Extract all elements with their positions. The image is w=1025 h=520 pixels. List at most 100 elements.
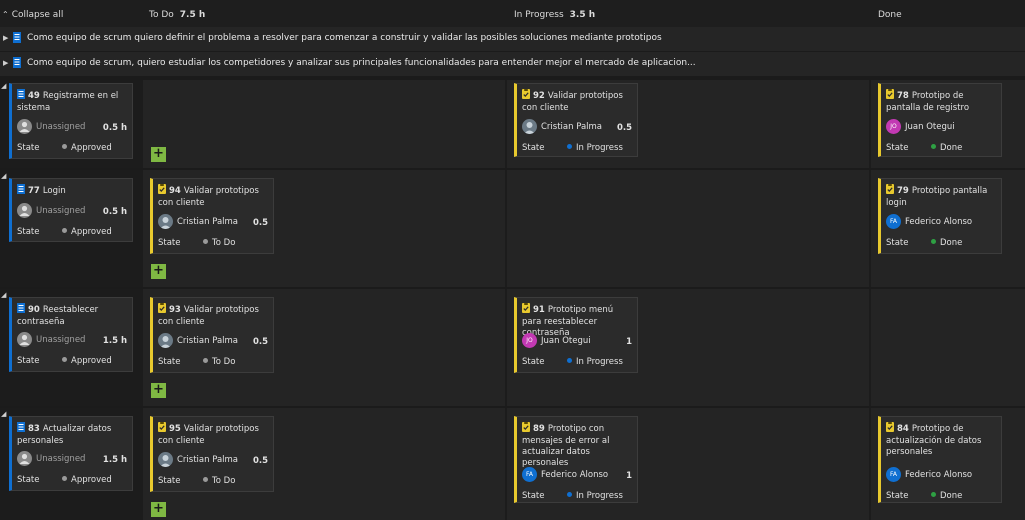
card-id[interactable]: 95 <box>169 424 181 434</box>
state-field[interactable]: State In Progress <box>522 357 632 369</box>
assignee[interactable]: JO Juan Otegui 1 <box>522 333 632 349</box>
assignee[interactable]: Cristian Palma 0.5 <box>158 214 268 230</box>
estimate[interactable]: 0.5 h <box>103 123 127 133</box>
card-id[interactable]: 83 <box>28 424 40 434</box>
card-id[interactable]: 89 <box>533 424 545 434</box>
state-field[interactable]: State To Do <box>158 238 268 250</box>
parent-row[interactable]: ▶ Como equipo de scrum, quiero estudiar … <box>0 52 1025 76</box>
story-card[interactable]: 90 Reestablecer contraseña Unassigned 1.5… <box>9 297 133 372</box>
card-id[interactable]: 90 <box>28 305 40 315</box>
state-field[interactable]: State Approved <box>17 227 127 239</box>
task-card[interactable]: 94 Validar prototipos con cliente Cristia… <box>150 178 274 254</box>
collapse-triangle-icon[interactable]: ◢ <box>1 82 6 90</box>
remaining-work[interactable]: 1 <box>626 471 632 481</box>
assignee-name: Cristian Palma <box>177 455 239 465</box>
card-id[interactable]: 93 <box>169 305 181 315</box>
story-card[interactable]: 49 Registrarme en el sistema Unassigned 0… <box>9 83 133 159</box>
task-card[interactable]: 95 Validar prototipos con cliente Cristia… <box>150 416 274 492</box>
expand-triangle-icon[interactable]: ▶ <box>3 59 8 67</box>
state-label: State <box>886 143 909 153</box>
state-field[interactable]: State Approved <box>17 475 127 487</box>
done-cell <box>871 289 1025 406</box>
state-field[interactable]: State In Progress <box>522 143 632 155</box>
assignee[interactable]: Cristian Palma 0.5 <box>158 452 268 468</box>
assignee[interactable]: Cristian Palma 0.5 <box>158 333 268 349</box>
assignee-name: Unassigned <box>36 122 86 132</box>
card-id[interactable]: 84 <box>897 424 909 434</box>
task-card[interactable]: 92 Validar prototipos con cliente Cristia… <box>514 83 638 157</box>
assignee[interactable]: JO Juan Otegui <box>886 119 996 135</box>
assignee-name: Juan Otegui <box>541 336 591 346</box>
state-field[interactable]: State Approved <box>17 143 127 155</box>
add-task-button[interactable]: + <box>151 502 166 517</box>
collapse-triangle-icon[interactable]: ◢ <box>1 291 6 299</box>
assignee[interactable]: Unassigned 0.5 h <box>17 119 127 135</box>
add-task-button[interactable]: + <box>151 147 166 162</box>
story-card[interactable]: 83 Actualizar datos personales Unassigned… <box>9 416 133 491</box>
collapse-triangle-icon[interactable]: ◢ <box>1 172 6 180</box>
task-card[interactable]: 91 Prototipo menú para reestablecer contr… <box>514 297 638 373</box>
state-dot-icon <box>567 358 572 363</box>
card-id[interactable]: 94 <box>169 186 181 196</box>
initials-avatar: FA <box>522 467 537 482</box>
state-label: State <box>522 143 545 153</box>
state-dot-icon <box>62 357 67 362</box>
card-id[interactable]: 78 <box>897 91 909 101</box>
clipboard-task-icon <box>886 89 894 103</box>
estimate[interactable]: 1.5 h <box>103 336 127 346</box>
assignee[interactable]: FA Federico Alonso <box>886 214 996 230</box>
initials-avatar: FA <box>886 467 901 482</box>
state-field[interactable]: State Done <box>886 143 996 155</box>
state-field[interactable]: State Done <box>886 491 996 503</box>
state-label: State <box>886 491 909 501</box>
estimate[interactable]: 1.5 h <box>103 455 127 465</box>
state-field[interactable]: State Done <box>886 238 996 250</box>
estimate[interactable]: 0.5 h <box>103 207 127 217</box>
collapse-all-button[interactable]: ⌃ Collapse all <box>2 10 63 20</box>
state-value: Done <box>940 238 963 248</box>
story-card[interactable]: 77 Login Unassigned 0.5 h State Approved <box>9 178 133 242</box>
state-field[interactable]: State To Do <box>158 476 268 488</box>
remaining-work[interactable]: 0.5 <box>253 337 268 347</box>
remaining-work[interactable]: 0.5 <box>617 123 632 133</box>
card-id[interactable]: 92 <box>533 91 545 101</box>
parent-title[interactable]: Como equipo de scrum quiero definir el p… <box>27 33 662 43</box>
assignee[interactable]: Cristian Palma 0.5 <box>522 119 632 135</box>
assignee-name: Federico Alonso <box>541 470 609 480</box>
person-photo-avatar-icon <box>158 452 173 467</box>
chevrons-up-icon: ⌃ <box>2 10 9 19</box>
state-field[interactable]: State Approved <box>17 356 127 368</box>
add-task-button[interactable]: + <box>151 383 166 398</box>
card-id[interactable]: 91 <box>533 305 545 315</box>
swimlane-77: ◢ 77 Login Unassigned 0.5 h State Approved… <box>0 170 1025 287</box>
task-card[interactable]: 79 Prototipo pantalla login FA Federico A… <box>878 178 1002 254</box>
parent-row[interactable]: ▶ Como equipo de scrum quiero definir el… <box>0 27 1025 51</box>
assignee[interactable]: Unassigned 1.5 h <box>17 451 127 467</box>
assignee[interactable]: Unassigned 0.5 h <box>17 203 127 219</box>
state-dot-icon <box>931 239 936 244</box>
task-card[interactable]: 93 Validar prototipos con cliente Cristia… <box>150 297 274 373</box>
collapse-triangle-icon[interactable]: ◢ <box>1 410 6 418</box>
assignee[interactable]: FA Federico Alonso <box>886 467 996 483</box>
parent-title[interactable]: Como equipo de scrum, quiero estudiar lo… <box>27 58 696 68</box>
remaining-work[interactable]: 0.5 <box>253 456 268 466</box>
state-field[interactable]: State To Do <box>158 357 268 369</box>
card-id[interactable]: 77 <box>28 186 40 196</box>
card-title[interactable]: Login <box>43 186 66 196</box>
task-card[interactable]: 84 Prototipo de actualización de datos pe… <box>878 416 1002 503</box>
person-photo-avatar-icon <box>158 214 173 229</box>
assignee[interactable]: FA Federico Alonso 1 <box>522 467 632 483</box>
state-dot-icon <box>62 144 67 149</box>
person-photo-avatar-icon <box>522 119 537 134</box>
expand-triangle-icon[interactable]: ▶ <box>3 34 8 42</box>
assignee[interactable]: Unassigned 1.5 h <box>17 332 127 348</box>
add-task-button[interactable]: + <box>151 264 166 279</box>
state-field[interactable]: State In Progress <box>522 491 632 503</box>
card-id[interactable]: 49 <box>28 91 40 101</box>
task-card[interactable]: 89 Prototipo con mensajes de error al act… <box>514 416 638 503</box>
remaining-work[interactable]: 0.5 <box>253 218 268 228</box>
task-card[interactable]: 78 Prototipo de pantalla de registro JO J… <box>878 83 1002 157</box>
state-label: State <box>17 227 40 237</box>
card-id[interactable]: 79 <box>897 186 909 196</box>
remaining-work[interactable]: 1 <box>626 337 632 347</box>
